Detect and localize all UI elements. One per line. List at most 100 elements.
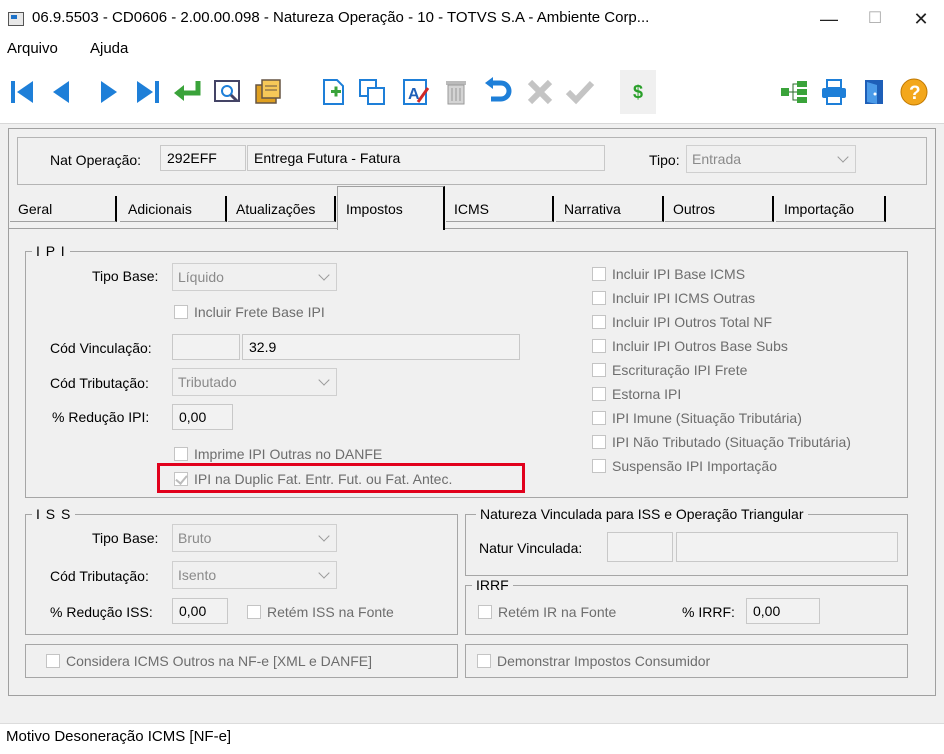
nat-operacao-code[interactable]: 292EFF — [160, 145, 246, 171]
close-button[interactable]: ✕ — [898, 0, 944, 38]
financial-button[interactable]: $ — [620, 70, 656, 114]
ipi-check-item[interactable]: Suspensão IPI Importação — [592, 454, 851, 478]
undo-button[interactable] — [480, 70, 516, 114]
natur-vinculada-desc — [676, 532, 898, 562]
exit-button[interactable] — [856, 70, 892, 114]
menu-arquivo[interactable]: Arquivo — [7, 40, 58, 57]
tab-icms[interactable]: ICMS — [446, 196, 554, 222]
chevron-down-icon — [318, 567, 330, 579]
natur-vinculada-label: Natur Vinculada: — [479, 540, 583, 556]
tab-atualizacoes[interactable]: Atualizações — [228, 196, 336, 222]
imprime-ipi-outras-checkbox[interactable]: Imprime IPI Outras no DANFE — [174, 446, 382, 462]
cod-vinculacao-input[interactable] — [172, 334, 240, 360]
copy-button[interactable] — [354, 70, 390, 114]
reducao-iss-input[interactable]: 0,00 — [172, 598, 228, 624]
prev-record-button[interactable] — [44, 70, 80, 114]
ipi-check-item[interactable]: Incluir IPI Outros Base Subs — [592, 334, 851, 358]
irrf-perc-input[interactable]: 0,00 — [746, 598, 820, 624]
tab-adicionais[interactable]: Adicionais — [120, 196, 227, 222]
iss-tipo-base-select[interactable]: Bruto — [172, 524, 337, 552]
edit-icon: A — [403, 79, 430, 105]
ipi-check-item[interactable]: Incluir IPI Outros Total NF — [592, 310, 851, 334]
minimize-button[interactable]: — — [806, 0, 852, 38]
ipi-check-label: Incluir IPI ICMS Outras — [612, 290, 756, 306]
tree-button[interactable] — [776, 70, 812, 114]
checkbox-box[interactable] — [174, 472, 188, 486]
checkbox-box[interactable] — [592, 363, 606, 377]
ipi-check-label: IPI Imune (Situação Tributária) — [612, 410, 802, 426]
checkbox-box[interactable] — [592, 315, 606, 329]
incluir-frete-checkbox[interactable]: Incluir Frete Base IPI — [174, 304, 325, 320]
irrf-perc-label: % IRRF: — [682, 604, 735, 620]
reducao-ipi-label: % Redução IPI: — [52, 409, 150, 425]
ipi-check-item[interactable]: Estorna IPI — [592, 382, 851, 406]
retem-iss-checkbox[interactable]: Retém ISS na Fonte — [247, 604, 394, 620]
edit-button[interactable]: A — [398, 70, 434, 114]
undo-icon — [485, 77, 512, 102]
list-icon — [255, 79, 281, 104]
menu-ajuda[interactable]: Ajuda — [90, 40, 128, 57]
ipi-check-item[interactable]: IPI Não Tributado (Situação Tributária) — [592, 430, 851, 454]
delete-icon — [446, 81, 466, 105]
ipi-check-item[interactable]: Incluir IPI ICMS Outras — [592, 286, 851, 310]
checkbox-box[interactable] — [592, 267, 606, 281]
tab-narrativa[interactable]: Narrativa — [556, 196, 664, 222]
tipo-label: Tipo: — [649, 152, 680, 168]
tab-outros[interactable]: Outros — [665, 196, 774, 222]
considera-icms-checkbox[interactable]: Considera ICMS Outros na NF-e [XML e DAN… — [46, 653, 372, 669]
last-record-button[interactable] — [130, 70, 166, 114]
checkbox-box[interactable] — [478, 605, 492, 619]
print-button[interactable] — [816, 70, 852, 114]
checkbox-box[interactable] — [592, 411, 606, 425]
tab-impostos[interactable]: Impostos — [337, 186, 445, 230]
considera-icms-label: Considera ICMS Outros na NF-e [XML e DAN… — [66, 653, 373, 669]
ipi-duplic-checkbox[interactable]: IPI na Duplic Fat. Entr. Fut. ou Fat. An… — [174, 471, 452, 487]
ipi-check-label: Estorna IPI — [612, 386, 682, 402]
demonstrar-impostos-checkbox[interactable]: Demonstrar Impostos Consumidor — [477, 653, 710, 669]
checkbox-box[interactable] — [592, 387, 606, 401]
ipi-tipo-base-select[interactable]: Líquido — [172, 263, 337, 291]
ipi-check-item[interactable]: Escrituração IPI Frete — [592, 358, 851, 382]
natur-vinculada-input[interactable] — [607, 532, 673, 562]
tab-importacao[interactable]: Importação — [776, 196, 886, 222]
ipi-check-item[interactable]: IPI Imune (Situação Tributária) — [592, 406, 851, 430]
help-icon: ? — [900, 78, 928, 106]
cod-vinculacao-label: Cód Vinculação: — [50, 340, 152, 356]
tab-geral[interactable]: Geral — [10, 196, 117, 222]
checkbox-box[interactable] — [46, 654, 60, 668]
checkbox-box[interactable] — [174, 305, 188, 319]
list-button[interactable] — [250, 70, 286, 114]
ipi-right-checks: Incluir IPI Base ICMS Incluir IPI ICMS O… — [592, 262, 851, 478]
tree-icon — [781, 81, 807, 103]
checkbox-box[interactable] — [174, 447, 188, 461]
checkbox-box[interactable] — [247, 605, 261, 619]
tipo-select[interactable]: Entrada — [686, 145, 856, 173]
ipi-cod-tributacao-select[interactable]: Tributado — [172, 368, 337, 396]
maximize-button[interactable]: ☐ — [852, 0, 898, 38]
ipi-check-item[interactable]: Incluir IPI Base ICMS — [592, 262, 851, 286]
first-record-button[interactable] — [4, 70, 40, 114]
retem-iss-label: Retém ISS na Fonte — [267, 604, 394, 620]
checkbox-box[interactable] — [592, 435, 606, 449]
checkbox-box[interactable] — [477, 654, 491, 668]
checkbox-box[interactable] — [592, 339, 606, 353]
checkbox-box[interactable] — [592, 459, 606, 473]
checkbox-box[interactable] — [592, 291, 606, 305]
iss-cod-tributacao-select[interactable]: Isento — [172, 561, 337, 589]
help-button[interactable]: ? — [896, 70, 932, 114]
reducao-ipi-input[interactable]: 0,00 — [172, 404, 233, 430]
retem-ir-checkbox[interactable]: Retém IR na Fonte — [478, 604, 616, 620]
go-to-button[interactable] — [170, 70, 206, 114]
confirm-button[interactable] — [562, 70, 598, 114]
search-icon — [214, 80, 240, 103]
chevron-down-icon — [318, 269, 330, 281]
nat-operacao-desc: Entrega Futura - Fatura — [247, 145, 605, 171]
search-button[interactable] — [210, 70, 246, 114]
new-button[interactable] — [316, 70, 352, 114]
next-record-button[interactable] — [90, 70, 126, 114]
cancel-button[interactable] — [522, 70, 558, 114]
ipi-duplic-label: IPI na Duplic Fat. Entr. Fut. ou Fat. An… — [194, 471, 453, 487]
chevron-down-icon — [837, 151, 849, 163]
delete-button[interactable] — [438, 70, 474, 114]
retem-ir-label: Retém IR na Fonte — [498, 604, 617, 620]
